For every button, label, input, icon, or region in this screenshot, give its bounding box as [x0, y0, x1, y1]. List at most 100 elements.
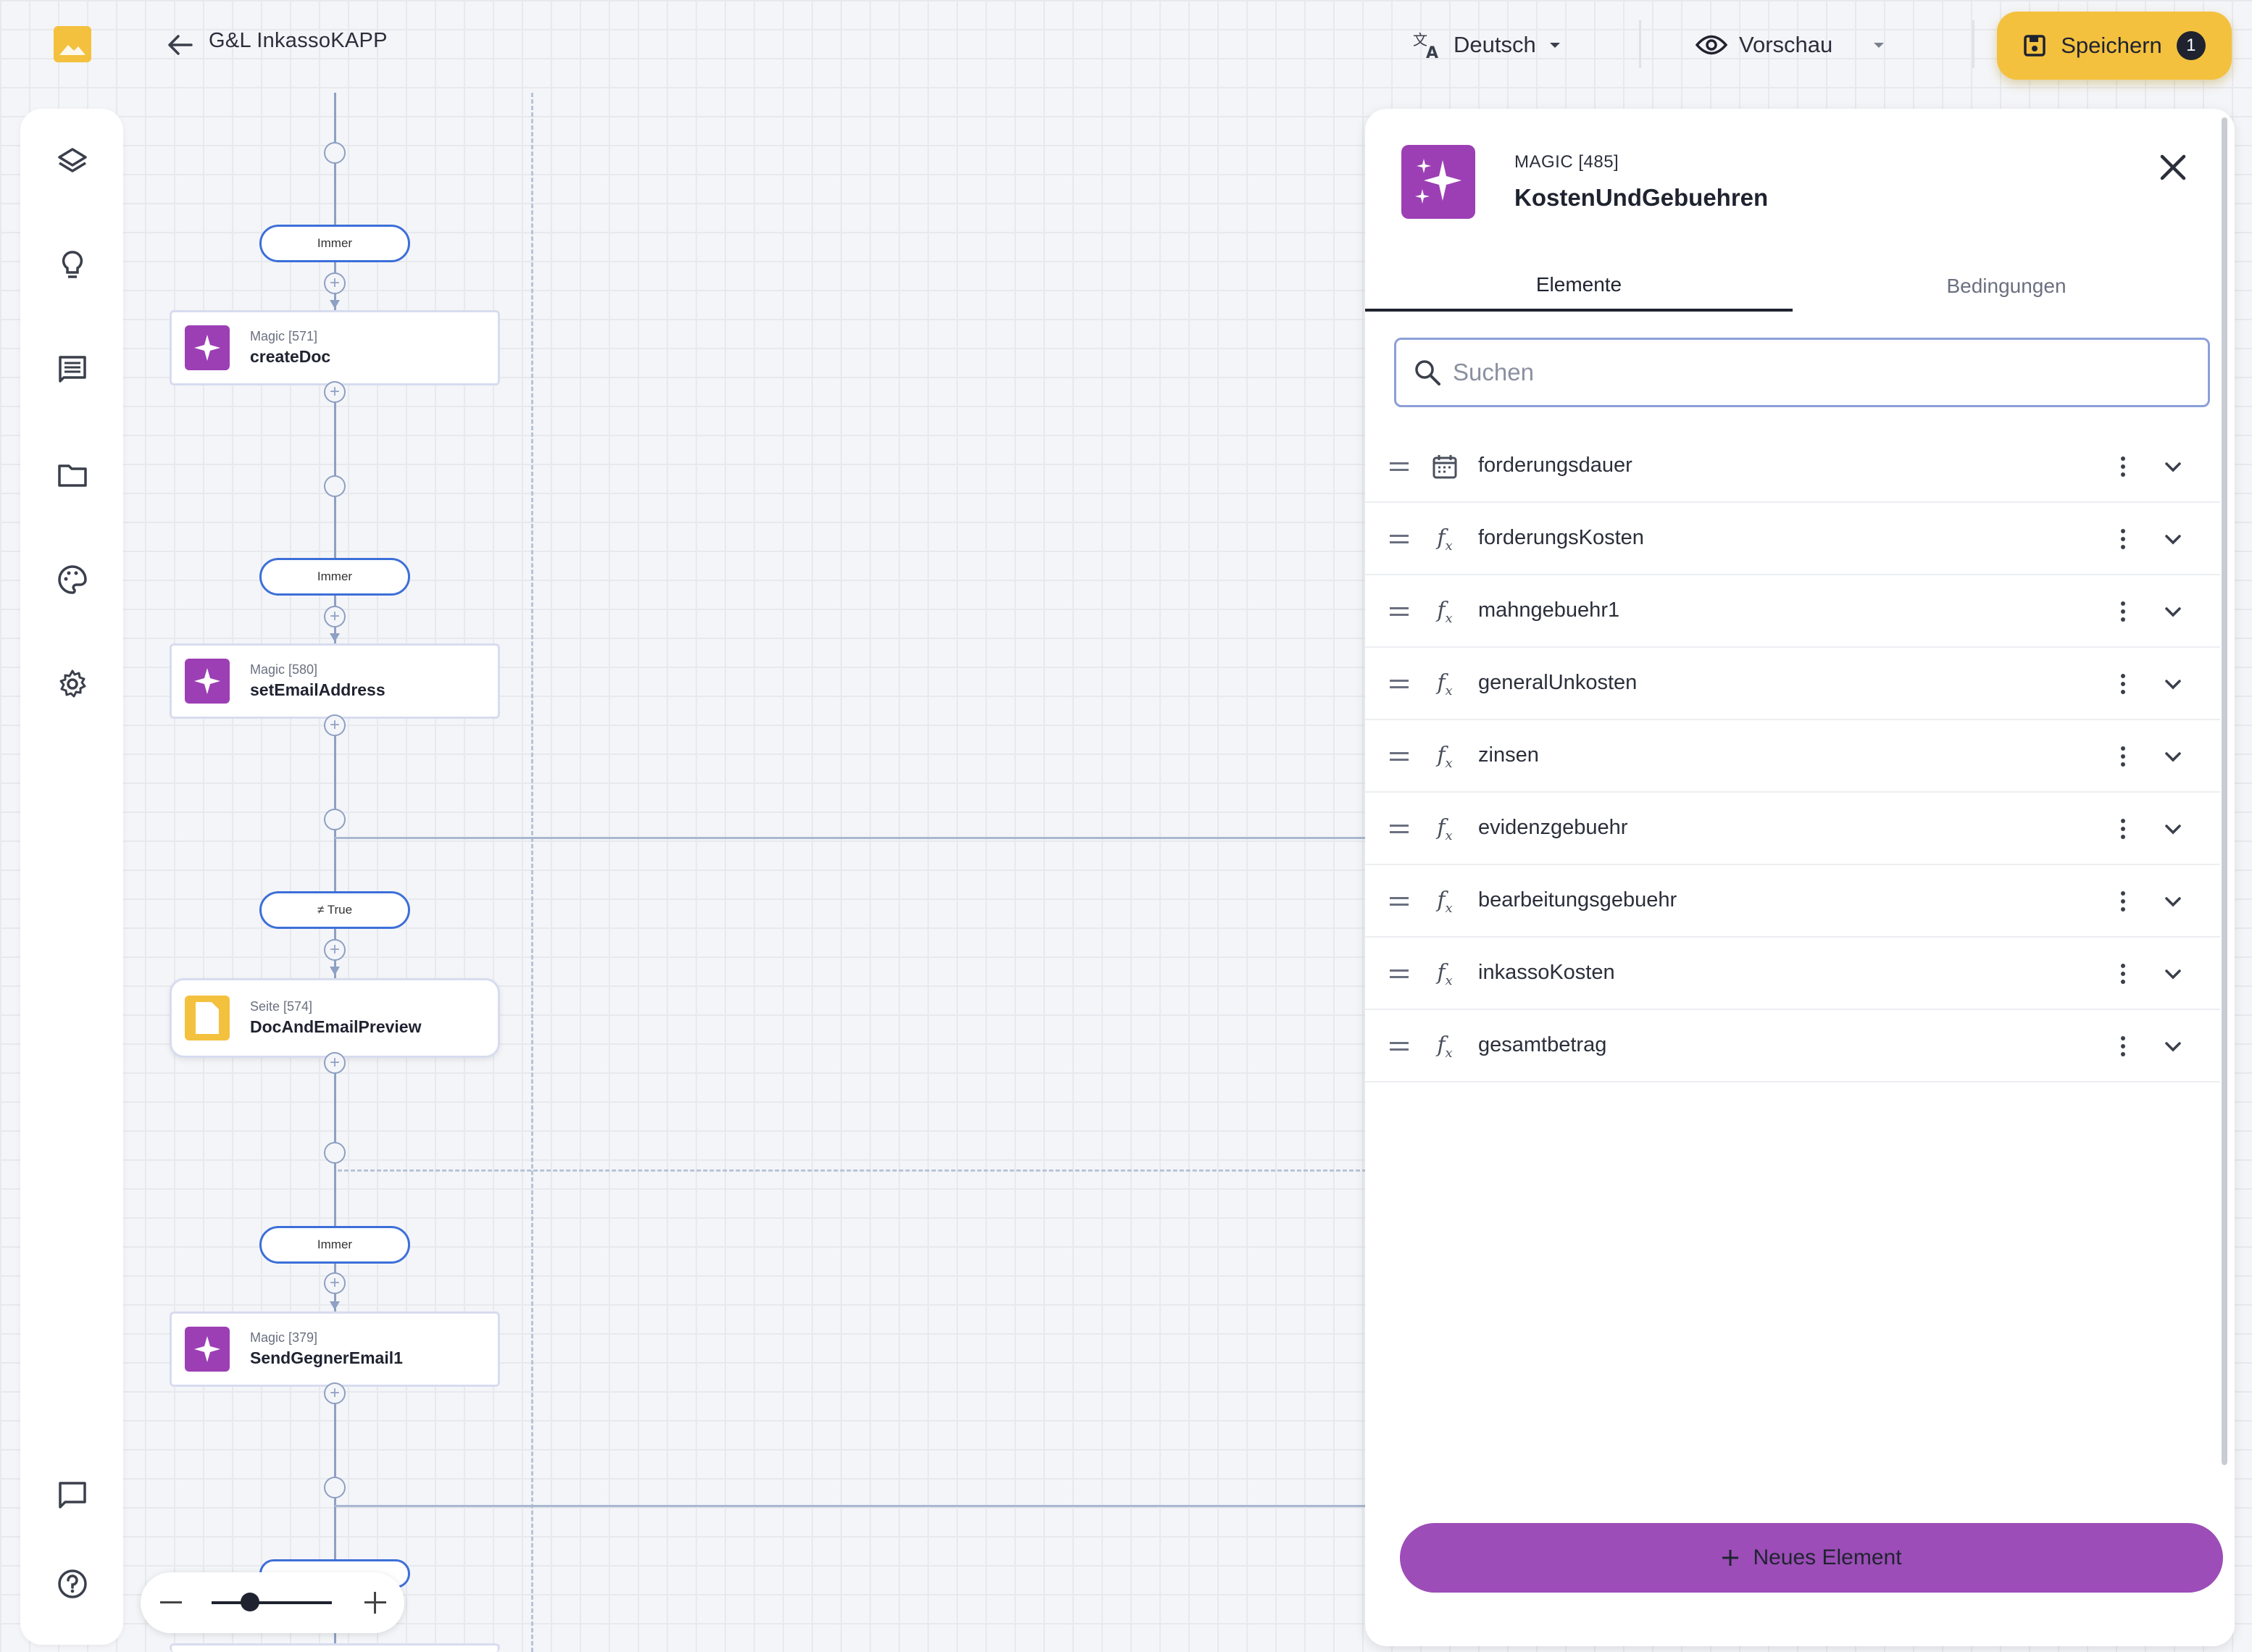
add-step-icon[interactable]: + — [324, 272, 346, 294]
zoom-slider-handle[interactable] — [241, 1593, 259, 1611]
more-options-icon[interactable] — [2113, 669, 2133, 698]
flow-node[interactable] — [170, 1643, 500, 1652]
condition-pill[interactable]: Immer — [259, 225, 410, 262]
search-field — [1394, 338, 2210, 407]
list-item[interactable]: fx forderungsKosten — [1365, 503, 2220, 575]
merge-icon[interactable] — [324, 142, 346, 164]
guide-line — [338, 1169, 1367, 1172]
save-button[interactable]: Speichern 1 — [1997, 12, 2232, 80]
comments-icon[interactable] — [54, 351, 91, 388]
more-options-icon[interactable] — [2113, 597, 2133, 626]
chevron-down-icon[interactable] — [2161, 962, 2185, 987]
help-icon[interactable] — [54, 1565, 91, 1603]
drag-handle-icon[interactable] — [1390, 535, 1409, 543]
gear-icon[interactable] — [54, 665, 91, 703]
tab-bedingungen[interactable]: Bedingungen — [1793, 261, 2220, 312]
lightbulb-icon[interactable] — [54, 246, 91, 284]
element-panel: MAGIC [485] KostenUndGebuehren Elemente … — [1365, 109, 2235, 1646]
add-step-icon[interactable]: + — [324, 606, 346, 627]
more-options-icon[interactable] — [2113, 887, 2133, 916]
more-options-icon[interactable] — [2113, 452, 2133, 481]
tab-elemente[interactable]: Elemente — [1365, 261, 1793, 312]
add-step-icon[interactable]: + — [324, 714, 346, 736]
language-select[interactable]: 文 A Deutsch — [1411, 26, 1564, 64]
flow-node-SendGegnerEmail1[interactable]: Magic [379] SendGegnerEmail1 — [170, 1311, 500, 1387]
more-options-icon[interactable] — [2113, 742, 2133, 771]
zoom-slider-track[interactable] — [212, 1601, 332, 1604]
folder-icon[interactable] — [54, 456, 91, 494]
flow-node-setEmailAddress[interactable]: Magic [580] setEmailAddress — [170, 643, 500, 719]
list-item[interactable]: fx evidenzgebuehr — [1365, 793, 2220, 865]
magic-icon — [185, 659, 230, 704]
arrow-down-icon — [330, 1301, 340, 1310]
node-name: setEmailAddress — [250, 680, 385, 699]
new-element-label: Neues Element — [1753, 1545, 1902, 1569]
more-options-icon[interactable] — [2113, 525, 2133, 554]
preview-label: Vorschau — [1739, 32, 1833, 57]
list-item[interactable]: fx zinsen — [1365, 720, 2220, 793]
list-item[interactable]: fx gesamtbetrag — [1365, 1010, 2220, 1082]
layers-icon[interactable] — [54, 142, 91, 180]
chevron-down-icon[interactable] — [2161, 600, 2185, 625]
close-icon[interactable] — [2153, 148, 2193, 187]
more-options-icon[interactable] — [2113, 959, 2133, 988]
caret-down-icon — [1874, 43, 1885, 48]
chevron-down-icon[interactable] — [2161, 817, 2185, 842]
add-step-icon[interactable]: + — [324, 381, 346, 403]
merge-icon[interactable] — [324, 1477, 346, 1498]
drag-handle-icon[interactable] — [1390, 752, 1409, 761]
zoom-in-button[interactable] — [359, 1587, 391, 1619]
list-item[interactable]: fx mahngebuehr1 — [1365, 575, 2220, 648]
list-item[interactable]: fx inkassoKosten — [1365, 938, 2220, 1010]
add-step-icon[interactable]: + — [324, 1382, 346, 1404]
chevron-down-icon[interactable] — [2161, 745, 2185, 769]
condition-pill[interactable]: Immer — [259, 558, 410, 596]
list-item[interactable]: fx bearbeitungsgebuehr — [1365, 865, 2220, 938]
more-options-icon[interactable] — [2113, 814, 2133, 843]
chevron-down-icon[interactable] — [2161, 890, 2185, 914]
drag-handle-icon[interactable] — [1390, 897, 1409, 906]
condition-pill[interactable]: ≠ True — [259, 891, 410, 929]
app-logo[interactable] — [54, 26, 91, 62]
back-arrow-icon[interactable] — [165, 32, 194, 58]
drag-handle-icon[interactable] — [1390, 969, 1409, 978]
list-item[interactable]: fx generalUnkosten — [1365, 648, 2220, 720]
element-label: forderungsdauer — [1478, 454, 1632, 477]
preview-select[interactable]: Vorschau — [1696, 26, 1888, 64]
condition-pill[interactable]: Immer — [259, 1226, 410, 1264]
floppy-disk-icon — [2024, 35, 2045, 57]
chevron-down-icon[interactable] — [2161, 672, 2185, 697]
merge-icon[interactable] — [324, 809, 346, 830]
function-icon: fx — [1437, 887, 1453, 916]
chevron-down-icon[interactable] — [2161, 1035, 2185, 1059]
flow-node-DocAndEmailPreview[interactable]: Seite [574] DocAndEmailPreview — [170, 978, 500, 1058]
drag-handle-icon[interactable] — [1390, 680, 1409, 688]
add-step-icon[interactable]: + — [324, 1052, 346, 1074]
list-item[interactable]: forderungsdauer — [1365, 430, 2220, 503]
new-element-button[interactable]: Neues Element — [1400, 1523, 2223, 1593]
drag-handle-icon[interactable] — [1390, 825, 1409, 833]
merge-icon[interactable] — [324, 1142, 346, 1164]
drag-handle-icon[interactable] — [1390, 1042, 1409, 1051]
zoom-out-button[interactable] — [155, 1587, 187, 1619]
chat-icon[interactable] — [54, 1477, 91, 1514]
palette-icon[interactable] — [54, 561, 91, 598]
scrollbar[interactable] — [2222, 117, 2227, 1465]
chevron-down-icon[interactable] — [2161, 455, 2185, 480]
search-input[interactable] — [1453, 359, 2177, 386]
merge-icon[interactable] — [324, 475, 346, 497]
app-title: G&L InkassoKAPP — [209, 29, 388, 52]
calendar-icon — [1430, 452, 1459, 481]
add-step-icon[interactable]: + — [324, 1272, 346, 1294]
save-label: Speichern — [2061, 33, 2162, 58]
flow-branch — [335, 837, 1367, 839]
flow-node-createDoc[interactable]: Magic [571] createDoc — [170, 310, 500, 385]
divider — [1972, 20, 1974, 68]
drag-handle-icon[interactable] — [1390, 607, 1409, 616]
guide-line — [531, 93, 533, 1652]
drag-handle-icon[interactable] — [1390, 462, 1409, 471]
element-label: forderungsKosten — [1478, 526, 1644, 549]
more-options-icon[interactable] — [2113, 1032, 2133, 1061]
chevron-down-icon[interactable] — [2161, 527, 2185, 552]
add-step-icon[interactable]: + — [324, 939, 346, 961]
